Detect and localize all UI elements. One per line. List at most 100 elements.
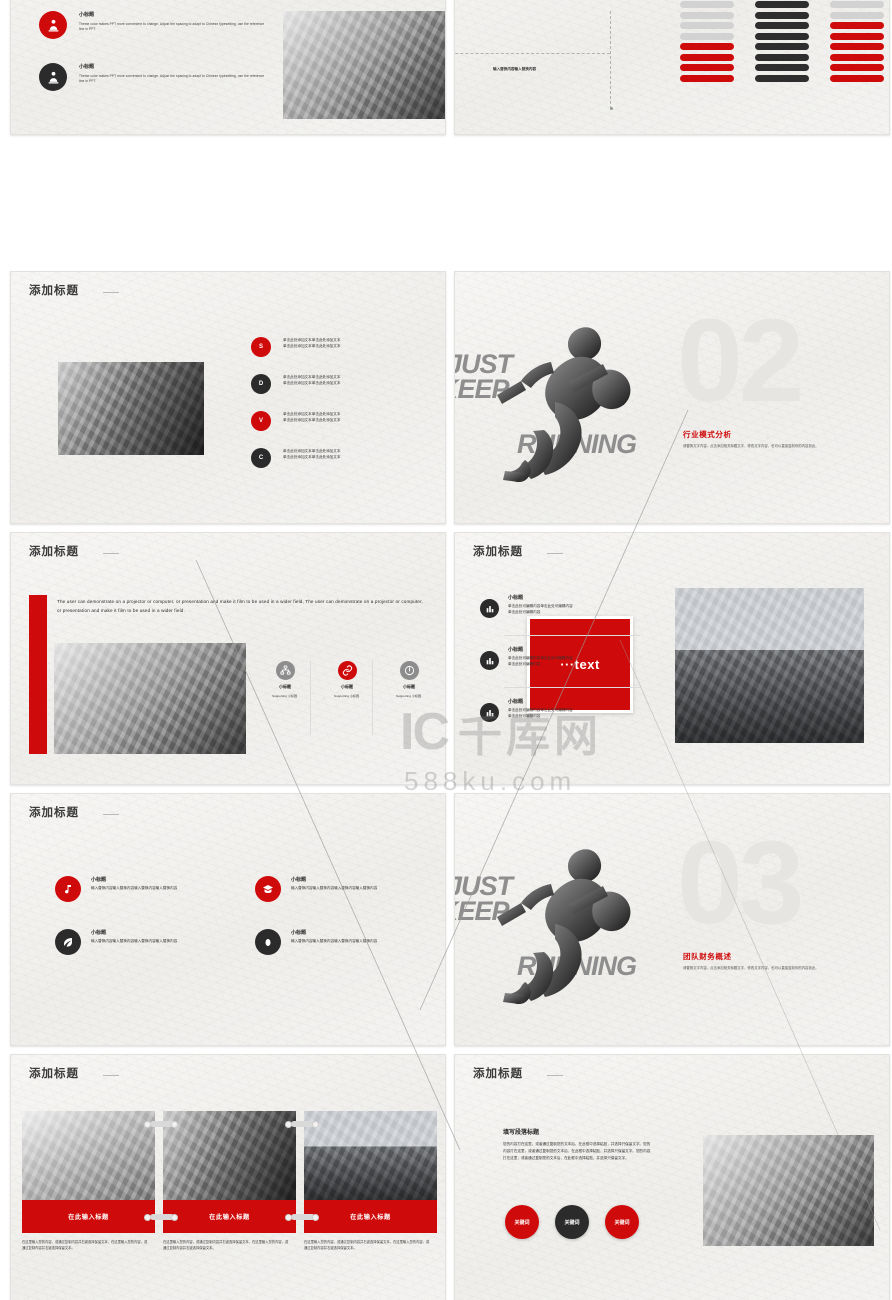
- paragraph-title: 填写段落标题: [503, 1130, 540, 1136]
- pill-segment: [830, 32, 884, 40]
- section-desc: 请替换文字内容，点击添加相关标题文字，修改文字内容，也可以直接复制你的内容到此。: [683, 444, 819, 448]
- desk-laptop-photo: [283, 11, 445, 119]
- slide-thumbnail-paragraph-keywords[interactable]: 添加标题 填写段落标题 您的内容打在这里，或者通过复制您的文本后，在此框中选择粘…: [454, 1054, 890, 1300]
- media-card[interactable]: 在此输入标题 在这里输入您的内容，或通过复制内容并右键选择保留文本。在这里输入您…: [22, 1111, 155, 1252]
- slide-thumbnail-grid: 小标题 Theme color makes PPT more convenien…: [0, 0, 892, 1300]
- card-caption: 在这里输入您的内容，或通过复制内容并右键选择保留文本。在这里输入您的内容，或通过…: [22, 1240, 148, 1250]
- media-card[interactable]: 在此输入标题 在这里输入您的内容，或通过复制内容并右键选择保留文本。在这里输入您…: [163, 1111, 296, 1252]
- item-title: 小标题: [291, 877, 307, 883]
- connector-knob: [144, 1213, 151, 1221]
- card-title-bar: 在此输入标题: [22, 1200, 155, 1233]
- badge-s: S: [251, 337, 271, 357]
- slide-title: 添加标题: [473, 1068, 523, 1080]
- pill-segment: [680, 53, 734, 61]
- keyword-chip[interactable]: 关键词: [555, 1205, 589, 1239]
- item-title: 小标题: [508, 699, 524, 705]
- row-line2: 单击此处添加文本单击此处添加文本: [283, 343, 341, 348]
- feature-dots: ·····: [342, 702, 352, 705]
- keyword-chip[interactable]: 关键词: [505, 1205, 539, 1239]
- pill-segment: [830, 43, 884, 50]
- pill-segment: [755, 11, 809, 19]
- person-badge-icon: [39, 11, 67, 39]
- slide-title: 添加标题: [29, 807, 79, 819]
- connector-knob: [285, 1213, 292, 1221]
- badge-label: V: [258, 418, 263, 424]
- feature-dots: ·····: [280, 702, 290, 705]
- section-desc: 请替换文字内容，点击添加相关标题文字，修改文字内容，也可以直接复制你的内容到此。: [683, 966, 819, 970]
- pill-column-1: [680, 1, 734, 85]
- feature-item-3[interactable]: 小标题 Supporting 小标题. ·····: [390, 661, 428, 705]
- meeting-photo: [163, 1111, 296, 1200]
- pill-column-3: [830, 1, 884, 85]
- sitemap-icon: [275, 661, 295, 680]
- section-title: 行业模式分析: [683, 430, 732, 439]
- row-line2: 单击此处添加文本单击此处添加文本: [283, 454, 341, 459]
- pill-segment: [830, 53, 884, 61]
- pill-segment: [680, 11, 734, 19]
- title-rule: [103, 814, 119, 815]
- item-title: 小标题: [91, 930, 107, 936]
- item-line2: 单击此处可编辑内容: [508, 713, 541, 718]
- title-rule: [547, 1075, 563, 1076]
- title-rule: [103, 1075, 119, 1076]
- badge-v: V: [251, 411, 271, 431]
- slide-thumbnail-four-icons[interactable]: 添加标题 小标题 输入替换内容输入替换内容输入替换内容输入替换内容 小标题 输入…: [10, 793, 446, 1046]
- section-title: 团队财务概述: [683, 952, 732, 961]
- pill-segment: [680, 64, 734, 71]
- slide-thumbnail-sdvc[interactable]: 添加标题 S 单击此处添加文本单击此处添加文本 单击此处添加文本单击此处添加文本…: [10, 271, 446, 524]
- pill-segment: [755, 1, 809, 8]
- meeting-photo: [58, 362, 204, 455]
- slide-thumbnail-three-cards[interactable]: 添加标题 在此输入标题 在这里输入您的内容，或通过复制内容并右键选择保留文本。在…: [10, 1054, 446, 1300]
- pill-segment: [830, 22, 884, 29]
- item-body: Theme color makes PPT more convenient to…: [79, 22, 265, 31]
- keyword-label: 关键词: [514, 1219, 530, 1226]
- item-title: 小标题: [508, 595, 524, 601]
- title-rule: [103, 292, 119, 293]
- connector-knob: [171, 1213, 178, 1221]
- feature-item-2[interactable]: 小标题 Supporting 小标题. ·····: [328, 661, 366, 705]
- item-title: 小标题: [291, 930, 307, 936]
- feature-item-1[interactable]: 小标题 Supporting 小标题. ·····: [266, 661, 304, 705]
- keyword-label: 关键词: [564, 1219, 580, 1226]
- power-icon: [399, 661, 419, 680]
- building-chart-icon: [480, 703, 499, 722]
- person-badge-icon: [39, 63, 67, 91]
- slide-title: 添加标题: [29, 1068, 79, 1080]
- pill-segment: [755, 32, 809, 40]
- pill-segment: [680, 32, 734, 40]
- section-number: 03: [677, 817, 804, 949]
- feature-support: Supporting 小标题.: [272, 694, 298, 698]
- item-body: 输入替换内容输入替换内容输入替换内容输入替换内容: [291, 886, 378, 890]
- badge-label: D: [258, 381, 264, 387]
- slide-title: 添加标题: [29, 285, 79, 297]
- feature-support: Supporting 小标题.: [334, 694, 360, 698]
- item-line2: 单击此处可编辑内容: [508, 609, 541, 614]
- pill-segment: [755, 64, 809, 71]
- row-line2: 单击此处添加文本单击此处添加文本: [283, 417, 341, 422]
- section-number: 02: [677, 295, 804, 427]
- pill-segment: [755, 22, 809, 29]
- link-chain-icon: [337, 661, 357, 680]
- feature-support: Supporting 小标题.: [396, 694, 422, 698]
- building-chart-icon: [480, 651, 499, 670]
- city-photo: [304, 1111, 437, 1200]
- slide-thumbnail-paragraph-icons[interactable]: 添加标题 The user can demonstrate on a proje…: [10, 532, 446, 785]
- slide-thumbnail-pill-chart[interactable]: 输入替换内容输入替换内容: [454, 0, 890, 135]
- laptops-photo: [54, 643, 246, 754]
- ppt-template-preview-page: 小标题 Theme color makes PPT more convenien…: [0, 0, 892, 1300]
- slide-thumbnail-section-03[interactable]: 03 JUST KEEP RUNNING: [454, 793, 890, 1046]
- slide-thumbnail-section-02[interactable]: 02 JUST KEEP RUNNING: [454, 271, 890, 524]
- pill-segment: [830, 1, 884, 8]
- item-title: 小标题: [508, 647, 524, 653]
- paragraph-text: The user can demonstrate on a projector …: [57, 599, 423, 614]
- connector-knob: [312, 1213, 319, 1221]
- item-body: 输入替换内容输入替换内容输入替换内容输入替换内容: [91, 939, 178, 943]
- pill-column-2: [755, 1, 809, 85]
- media-card[interactable]: 在此输入标题 在这里输入您的内容，或通过复制内容并右键选择保留文本。在这里输入您…: [304, 1111, 437, 1252]
- slide-thumbnail-icon-list[interactable]: 小标题 Theme color makes PPT more convenien…: [10, 0, 446, 135]
- keyword-chip[interactable]: 关键词: [605, 1205, 639, 1239]
- paragraph-body: 您的内容打在这里，或者通过复制您的文本后，在此框中选择粘贴，并选择只保留文字。您…: [503, 1142, 651, 1160]
- pill-segment: [680, 74, 734, 82]
- leaf-icon: [55, 929, 81, 955]
- slide-thumbnail-city-text[interactable]: 添加标题 ···text 小标题 单击此处可编辑内容单击此处可编辑内容 单击此处…: [454, 532, 890, 785]
